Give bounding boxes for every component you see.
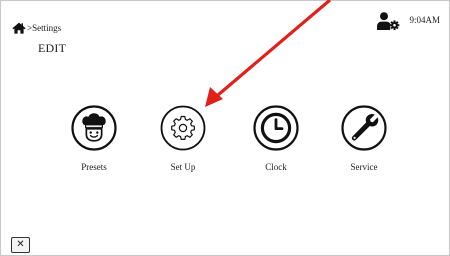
close-button[interactable]: ✕ <box>11 237 30 253</box>
page-title: EDIT <box>38 41 67 55</box>
setup-label: Set Up <box>170 162 196 172</box>
service-button[interactable]: Service <box>334 105 394 172</box>
close-icon: ✕ <box>16 239 25 250</box>
clock-button[interactable]: Clock <box>246 105 306 172</box>
chef-icon <box>71 105 117 151</box>
breadcrumb: >Settings <box>12 22 61 34</box>
presets-button[interactable]: Presets <box>64 105 124 172</box>
presets-label: Presets <box>81 162 107 172</box>
clock-label: Clock <box>265 162 287 172</box>
clock-icon <box>253 105 299 151</box>
breadcrumb-settings[interactable]: >Settings <box>27 23 61 33</box>
setup-button[interactable]: Set Up <box>153 105 213 172</box>
gear-icon <box>160 105 206 151</box>
status-bar: 9:04AM <box>377 12 440 30</box>
clock-time: 9:04AM <box>409 15 440 25</box>
home-icon[interactable] <box>12 22 26 34</box>
service-label: Service <box>350 162 378 172</box>
wrench-icon <box>341 105 387 151</box>
user-gear-icon[interactable] <box>377 12 400 30</box>
settings-screen: >Settings EDIT 9:04AM Presets Set Up Clo… <box>0 0 450 256</box>
